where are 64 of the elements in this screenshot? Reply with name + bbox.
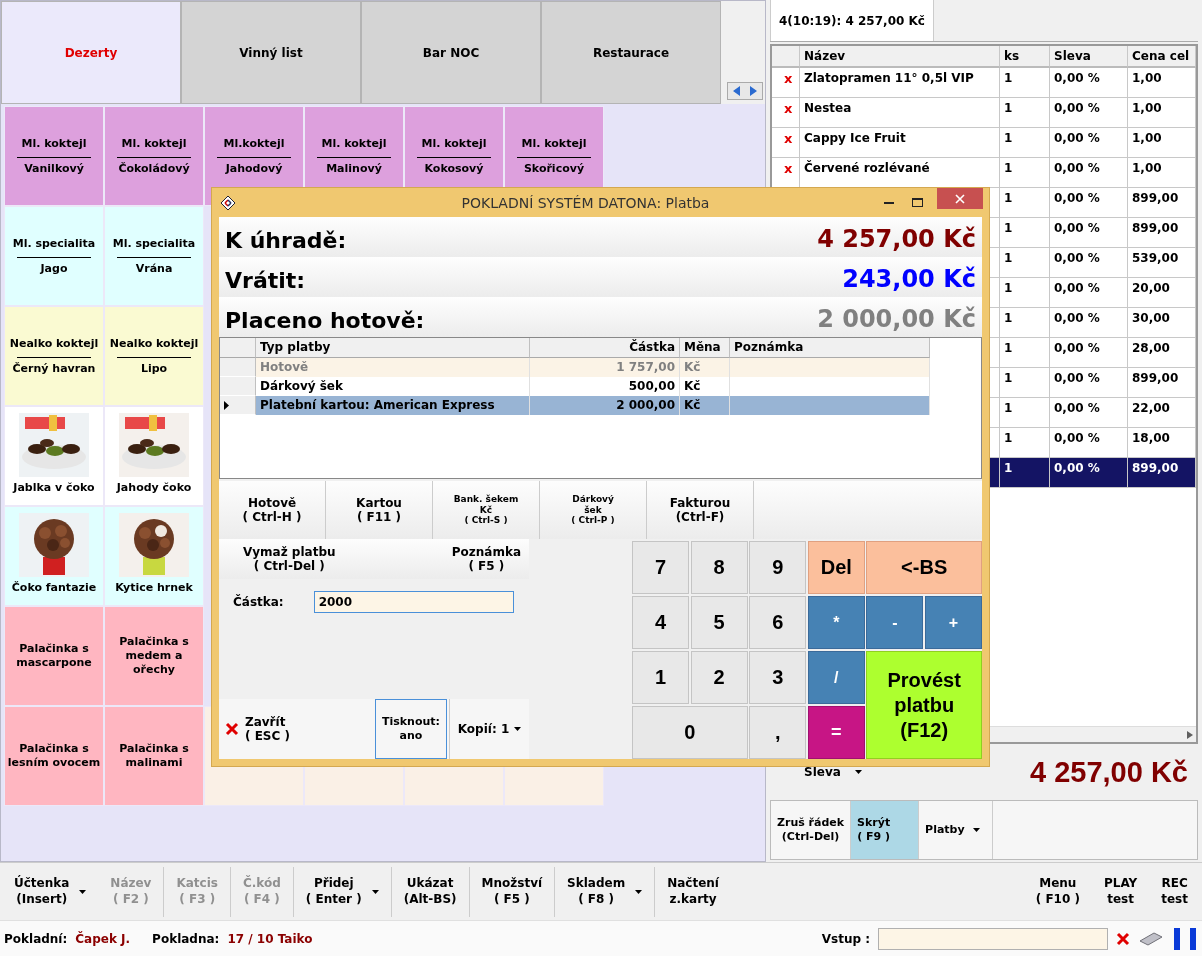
table-cell: Hotově [256,358,530,377]
table-cell: 0,00 % [1050,278,1128,308]
table-cell: 0,00 % [1050,308,1128,338]
table-cell: Zlatopramen 11° 0,5l VIP [800,68,1000,98]
amount-label: Částka: [233,595,284,609]
table-cell: 1 [1000,98,1050,128]
order-total: 4 257,00 Kč [1030,755,1188,789]
table-cell: 1 [1000,278,1050,308]
table-cell: 1 [1000,68,1050,98]
table-cell: Kč [680,358,730,377]
table-cell: 1 [1000,218,1050,248]
table-cell: 899,00 [1128,368,1196,398]
summary-label: K úhradě: [225,228,347,253]
table-cell: 0,00 % [1050,98,1128,128]
table-cell: 0,00 % [1050,68,1128,98]
table-cell: 0,00 % [1050,368,1128,398]
table-cell: 899,00 [1128,458,1196,488]
table-cell: Kč [680,396,730,415]
table-cell: 1,00 [1128,68,1196,98]
table-cell: 1 [1000,428,1050,458]
table-cell: 899,00 [1128,218,1196,248]
table-cell: 1 757,00 [530,358,680,377]
table-cell: 0,00 % [1050,158,1128,188]
table-cell: 1 [1000,188,1050,218]
summary-label: Vrátit: [225,268,306,293]
summary-label: Placeno hotově: [225,308,425,333]
table-cell: 22,00 [1128,398,1196,428]
table-cell: 0,00 % [1050,218,1128,248]
table-cell: 20,00 [1128,278,1196,308]
table-cell: 0,00 % [1050,128,1128,158]
cashier-name: Čapek J. [75,931,131,946]
register-name: 17 / 10 Taiko [227,931,313,946]
table-cell: 899,00 [1128,188,1196,218]
table-cell: 1 [1000,308,1050,338]
table-cell: 1 [1000,158,1050,188]
table-cell: 2 000,00 [530,396,680,415]
table-cell: 1 [1000,338,1050,368]
table-cell: 1 [1000,398,1050,428]
table-cell: 1,00 [1128,98,1196,128]
table-cell: 1 [1000,368,1050,398]
table-cell: 0,00 % [1050,188,1128,218]
table-cell: 1,00 [1128,128,1196,158]
table-cell: Cappy Ice Fruit [800,128,1000,158]
summary-amount: 243,00 Kč [842,265,976,293]
register-label: Pokladna: [152,931,220,946]
table-cell: 28,00 [1128,338,1196,368]
table-cell: 18,00 [1128,428,1196,458]
table-cell: 0,00 % [1050,398,1128,428]
summary-amount: 2 000,00 Kč [817,305,976,333]
table-cell: 1,00 [1128,158,1196,188]
table-cell: 1 [1000,128,1050,158]
table-cell: 0,00 % [1050,428,1128,458]
table-cell: 0,00 % [1050,248,1128,278]
table-cell: 539,00 [1128,248,1196,278]
summary-amount: 4 257,00 Kč [817,225,976,253]
table-cell: Nestea [800,98,1000,128]
table-cell: 1 [1000,248,1050,278]
cashier-label: Pokladní: [4,931,68,946]
table-cell: 0,00 % [1050,458,1128,488]
input-label: Vstup : [821,931,870,946]
table-cell: 1 [1000,458,1050,488]
table-cell: Platební kartou: American Express [256,396,530,415]
table-cell: 0,00 % [1050,338,1128,368]
table-cell: 30,00 [1128,308,1196,338]
